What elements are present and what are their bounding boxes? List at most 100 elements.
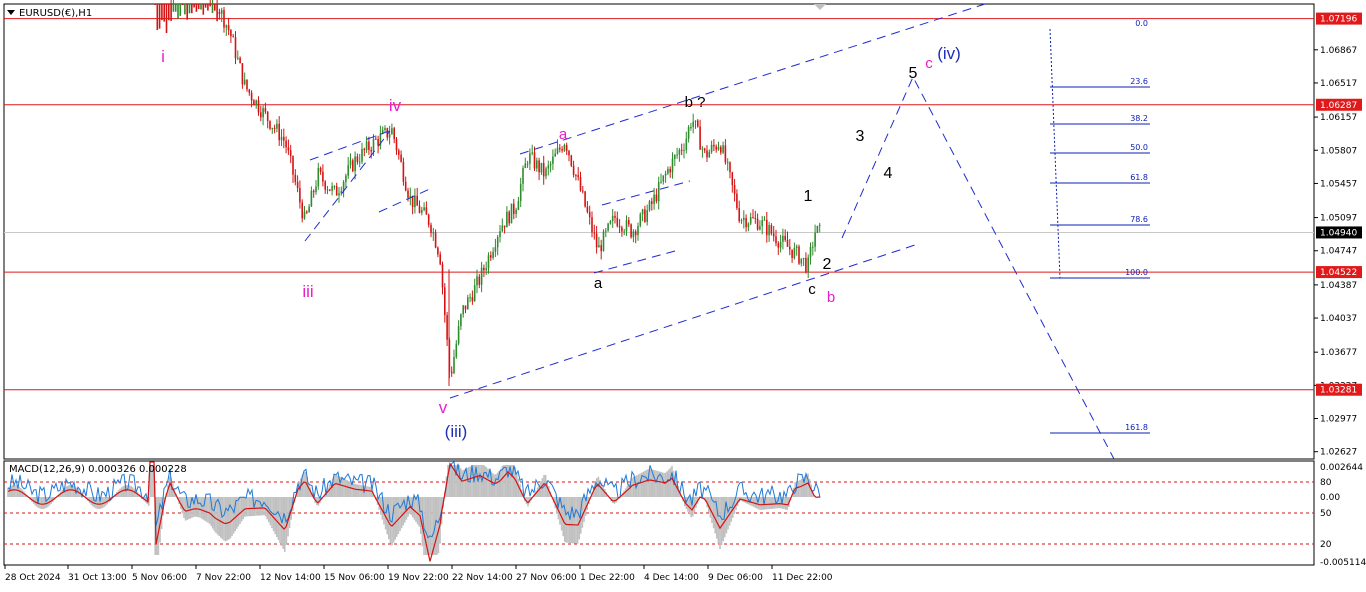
candle-body <box>181 4 184 5</box>
time-tick-label: 5 Nov 06:00 <box>132 573 187 583</box>
candle-body <box>214 4 216 11</box>
candle-body <box>345 175 347 182</box>
candle-body <box>809 247 812 258</box>
candle-body <box>637 226 639 236</box>
candle-body <box>568 150 570 156</box>
candle-body <box>506 211 508 228</box>
candle-body <box>807 257 809 272</box>
candle-body <box>437 247 439 255</box>
candle-body <box>816 225 819 233</box>
wave-label: 3 <box>856 128 865 145</box>
candle-body <box>439 254 441 265</box>
candle-body <box>775 236 777 244</box>
candle-body <box>416 195 418 206</box>
candle-body <box>685 138 688 150</box>
price-tick-label: 1.06157 <box>1320 113 1357 123</box>
candle-body <box>388 134 391 138</box>
candle-body <box>754 217 757 219</box>
candle-body <box>582 190 584 192</box>
candle-body <box>733 185 736 194</box>
candle-body <box>386 128 389 138</box>
fib-level-label: 61.8 <box>1130 173 1148 182</box>
candle-body <box>487 255 490 269</box>
candle-body <box>676 154 678 156</box>
wave-label: iv <box>389 96 402 115</box>
candle-body <box>694 120 697 122</box>
candle-body <box>191 4 193 14</box>
candle-body <box>655 194 658 202</box>
candle-body <box>312 190 315 193</box>
price-tick-label: 1.04387 <box>1320 281 1357 291</box>
candle-body <box>361 148 363 162</box>
candle-body <box>220 10 223 14</box>
candle-body <box>501 225 504 232</box>
candle-body <box>609 221 612 224</box>
candle-body <box>239 57 241 64</box>
candle-body <box>209 4 211 7</box>
candle-body <box>464 305 467 310</box>
price-box-label: 1.06287 <box>1320 101 1357 111</box>
candle-body <box>476 276 478 286</box>
candle-body <box>639 214 642 227</box>
time-tick-label: 28 Oct 2024 <box>5 573 61 583</box>
wave-label: b ? <box>685 94 706 111</box>
candle-body <box>616 217 619 227</box>
candle-body <box>701 148 704 150</box>
candle-body <box>322 171 324 182</box>
candle-body <box>480 267 483 285</box>
time-tick-label: 27 Nov 06:00 <box>516 573 577 583</box>
candles <box>154 0 821 387</box>
candle-body <box>540 162 543 173</box>
candle-body <box>232 36 234 38</box>
candle-body <box>674 155 676 159</box>
candle-body <box>333 186 336 188</box>
candle-body <box>745 217 747 228</box>
time-tick-label: 31 Oct 13:00 <box>68 573 127 583</box>
candle-body <box>740 220 743 222</box>
candle-body <box>671 158 674 173</box>
candle-body <box>170 4 172 21</box>
time-axis: 28 Oct 2024 31 Oct 13:00 5 Nov 06:00 7 Nov … <box>4 565 833 583</box>
candle-body <box>683 149 685 151</box>
chart-svg[interactable]: EURUSD(€),H1 0.0 23.6 38.2 50.0 61.8 78.6 100.… <box>0 0 1366 588</box>
menu-triangle-icon[interactable] <box>7 10 15 15</box>
candle-body <box>713 144 715 147</box>
trend-channels <box>304 3 1115 460</box>
time-tick-label: 9 Dec 06:00 <box>708 573 763 583</box>
candle-body <box>246 79 248 90</box>
wave-label: 1 <box>804 188 813 205</box>
candle-body <box>248 89 251 93</box>
candle-body <box>572 165 575 175</box>
candle-body <box>485 268 487 271</box>
candle-body <box>425 207 428 215</box>
candle-body <box>588 211 591 218</box>
channel-line <box>449 243 919 399</box>
candle-body <box>494 247 497 252</box>
candle-body <box>768 225 770 236</box>
candle-body <box>407 190 409 198</box>
candle-body <box>720 147 722 153</box>
candle-body <box>738 208 740 222</box>
candle-body <box>370 150 372 152</box>
price-box-label: 1.03281 <box>1320 386 1357 396</box>
fib-level-label: 100.0 <box>1125 268 1148 277</box>
candle-body <box>595 233 598 248</box>
candle-body <box>423 207 425 211</box>
candle-body <box>317 168 320 187</box>
candle-body <box>377 139 379 146</box>
candle-body <box>770 225 773 234</box>
candle-body <box>710 144 713 152</box>
candle-body <box>565 144 568 151</box>
candle-body <box>172 4 175 12</box>
wave-label: c <box>808 281 816 298</box>
chart-window[interactable]: EURUSD(€),H1 0.0 23.6 38.2 50.0 61.8 78.6 100.… <box>0 0 1366 588</box>
candle-body <box>657 182 660 202</box>
wave-label: (iv) <box>937 44 961 63</box>
candle-body <box>204 4 207 8</box>
candle-body <box>174 4 177 12</box>
candle-body <box>184 4 186 15</box>
candle-body <box>223 10 225 28</box>
shift-marker-icon[interactable] <box>814 4 826 10</box>
channel-line <box>593 250 676 274</box>
channel-line <box>601 180 691 206</box>
